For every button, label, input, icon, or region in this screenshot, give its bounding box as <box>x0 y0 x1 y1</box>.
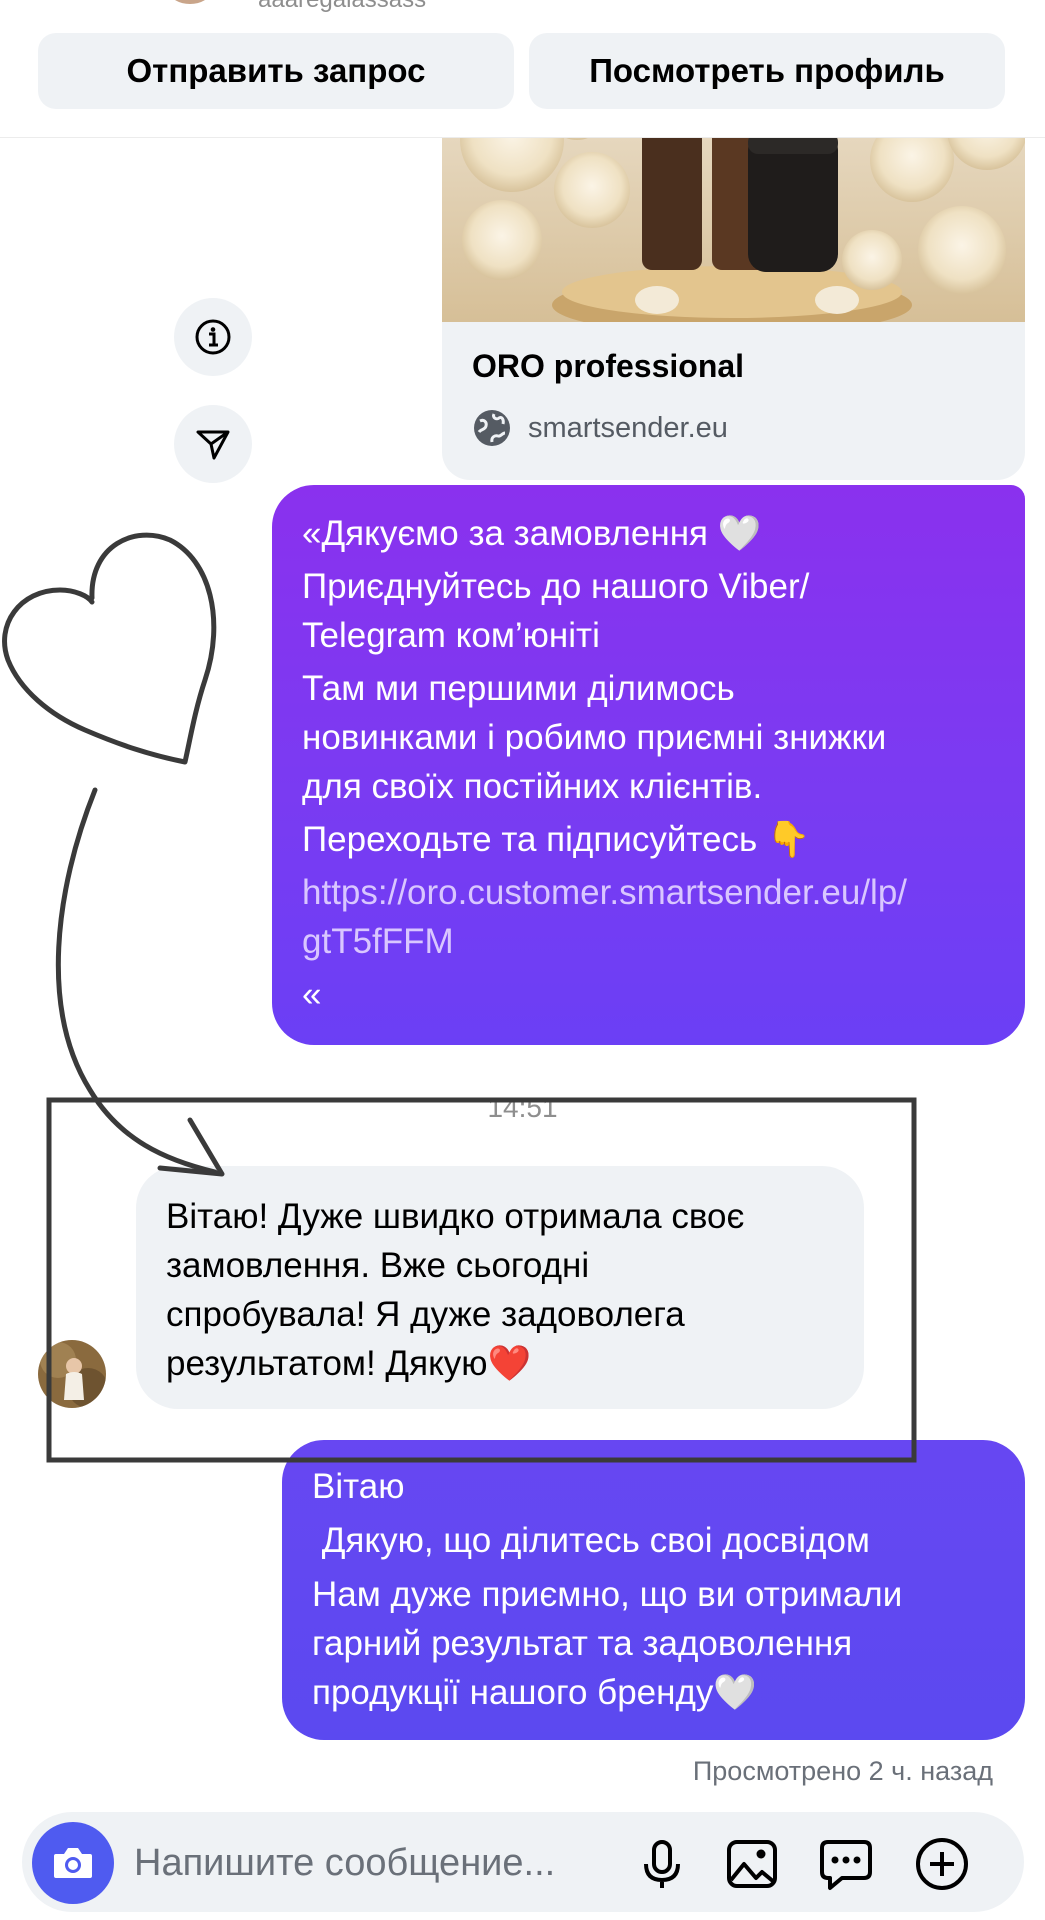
message-line: гарний результат та задоволення <box>312 1624 853 1663</box>
avatar[interactable] <box>170 0 210 4</box>
message-line: «Дякуємо за замовлення 🤍 <box>302 514 762 553</box>
link-preview-domain: smartsender.eu <box>528 411 728 444</box>
username: aaaregalassass <box>258 0 426 14</box>
message-link[interactable]: gtT5fFFM <box>302 917 995 966</box>
globe-icon <box>474 410 510 446</box>
camera-icon <box>54 1848 92 1878</box>
message-line: Приєднуйтесь до нашого Viber/ <box>302 567 810 606</box>
message-timestamp: 14:51 <box>487 1092 558 1123</box>
message-line: для своїх постійних клієнтів. <box>302 767 763 806</box>
message-composer <box>22 1812 1024 1912</box>
message-line: Вітаю <box>312 1467 405 1506</box>
paper-plane-icon <box>196 430 230 460</box>
message-line: Там ми першими ділимось <box>302 669 735 708</box>
link-preview-site: smartsender.eu <box>472 408 728 448</box>
message-line: Переходьте та підписуйтесь 👇 <box>302 820 811 859</box>
hand-drawn-heart <box>60 535 190 600</box>
chat-screen: aaaregalassass Отправить запрос Посмотре… <box>0 0 1045 1920</box>
link-preview-title: ORO professional <box>472 348 745 384</box>
send-request-button[interactable]: Отправить запрос <box>38 33 514 109</box>
message-line: замовлення. Вже сьогодні <box>166 1246 590 1285</box>
view-profile-button[interactable]: Посмотреть профиль <box>529 33 1005 109</box>
link-preview-card[interactable]: ORO professional smartsender.eu <box>442 100 1025 480</box>
share-button[interactable] <box>174 405 252 483</box>
message-line: спробувала! Я дуже задоволега <box>166 1295 685 1334</box>
message-line: результатом! Дякую❤️ <box>166 1344 532 1383</box>
message-input[interactable] <box>134 1836 594 1890</box>
info-icon <box>195 319 231 355</box>
chat-header: aaaregalassass Отправить запрос Посмотре… <box>0 0 1045 138</box>
info-button[interactable] <box>174 298 252 376</box>
seen-status: Просмотрено 2 ч. назад <box>692 1756 993 1786</box>
camera-button[interactable] <box>32 1822 114 1904</box>
message-line: Telegram ком’юніті <box>302 616 600 655</box>
incoming-message[interactable]: Вітаю! Дуже швидко отримала своє замовле… <box>136 1166 864 1409</box>
hand-drawn-heart-shape <box>2 532 217 765</box>
chat-bubble-icon[interactable] <box>818 1836 874 1892</box>
plus-circle-icon[interactable] <box>914 1836 970 1892</box>
sender-avatar-image <box>38 1340 106 1408</box>
sender-avatar[interactable] <box>38 1340 106 1408</box>
message-line: Дякую, що ділитесь своі досвідом <box>312 1521 870 1560</box>
microphone-icon[interactable] <box>634 1836 690 1892</box>
message-line: Нам дуже приємно, що ви отримали <box>312 1575 903 1614</box>
message-line: продукції нашого бренду🤍 <box>312 1673 757 1712</box>
image-icon[interactable] <box>724 1836 780 1892</box>
message-line: новинками і робимо приємні знижки <box>302 718 887 757</box>
message-line: « <box>302 975 322 1014</box>
outgoing-message[interactable]: «Дякуємо за замовлення 🤍 Приєднуйтесь до… <box>272 485 1025 1045</box>
message-link[interactable]: https://oro.customer.smartsender.eu/lp/ <box>302 868 995 917</box>
outgoing-message[interactable]: Вітаю Дякую, що ділитесь своі досвідом Н… <box>282 1440 1025 1740</box>
message-line: Вітаю! Дуже швидко отримала своє <box>166 1197 745 1236</box>
